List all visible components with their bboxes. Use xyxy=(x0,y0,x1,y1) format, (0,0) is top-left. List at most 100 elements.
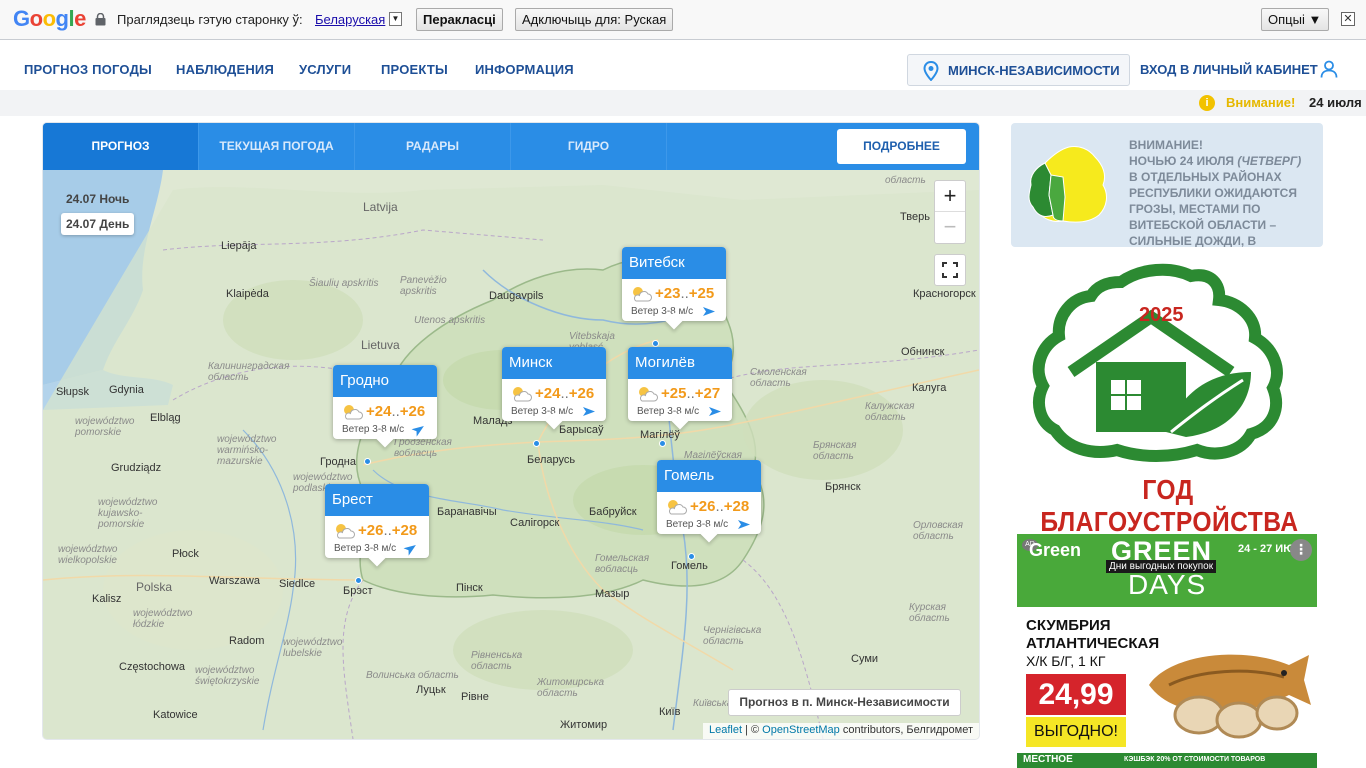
fullscreen-button[interactable] xyxy=(934,254,966,286)
ad-header: AD Green GREEN Дни выгодных покупок DAYS… xyxy=(1017,534,1317,607)
map-label: Бабруйск xyxy=(589,506,637,518)
forecast-card-vitebsk[interactable]: Витебск +23..+25 Ветер 3-8 м/с xyxy=(622,247,726,330)
map-label: Гомель xyxy=(671,560,708,572)
nav-item-forecast[interactable]: ПРОГНОЗ ПОГОДЫ xyxy=(24,62,152,77)
city-marker[interactable] xyxy=(355,577,362,584)
osm-link[interactable]: OpenStreetMap xyxy=(762,724,840,736)
card-wind: Ветер 3-8 м/с xyxy=(334,543,397,554)
turn-off-translate-button[interactable]: Адключыць для: Руская xyxy=(515,8,674,31)
map-label: Брянская область xyxy=(813,440,857,462)
map-label: Барысаў xyxy=(559,424,604,436)
zoom-out-button[interactable]: − xyxy=(935,212,965,243)
map-label: Курская область xyxy=(909,602,950,624)
map-label: Житомир xyxy=(560,719,608,731)
map-label: Чернігівська область xyxy=(703,625,762,647)
date-night-option[interactable]: 24.07 Ночь xyxy=(61,188,134,210)
nav-item-observations[interactable]: НАБЛЮДЕНИЯ xyxy=(176,62,274,77)
city-marker[interactable] xyxy=(659,440,666,447)
user-icon[interactable] xyxy=(1320,60,1338,78)
map-label: Брэст xyxy=(343,585,373,597)
alert-text: ВНИМАНИЕ! НОЧЬЮ 24 ИЮЛЯ (ЧЕТВЕРГ) В ОТДЕ… xyxy=(1129,138,1302,247)
card-wind: Ветер 3-8 м/с xyxy=(511,406,574,417)
map-label: Рівне xyxy=(461,691,489,703)
language-dropdown-icon[interactable]: ▼ xyxy=(389,12,402,26)
wind-direction-icon xyxy=(703,307,715,316)
map-label: Тверь xyxy=(900,211,930,223)
forecast-card-grodno[interactable]: Гродно +24..+26 Ветер 3-8 м/с xyxy=(333,365,437,448)
location-pin-icon xyxy=(923,61,939,81)
card-temperature: +25..+27 xyxy=(661,385,721,402)
city-marker[interactable] xyxy=(533,440,540,447)
tab-radars[interactable]: РАДАРЫ xyxy=(355,123,511,170)
map-label: Гомельская вобласць xyxy=(595,553,650,575)
card-city-name: Витебск xyxy=(622,247,726,279)
map-label: Магілёў xyxy=(640,429,680,441)
map-label: Elbląg xyxy=(150,412,181,424)
ad-footer-right: КЭШБЭК 20% ОТ СТОИМОСТИ ТОВАРОВ xyxy=(1124,756,1266,763)
map-label: область xyxy=(885,175,926,186)
card-temperature: +23..+25 xyxy=(655,285,715,302)
city-marker[interactable] xyxy=(364,458,371,465)
partly-cloudy-icon xyxy=(336,524,355,539)
nav-item-services[interactable]: УСЛУГИ xyxy=(299,62,351,77)
local-forecast-link[interactable]: Прогноз в п. Минск-Независимости xyxy=(728,689,961,716)
map-label: Utenos apskritis xyxy=(414,315,486,326)
translate-options-button[interactable]: Опцыі ▼ xyxy=(1261,8,1329,31)
map-canvas[interactable]: Latvija Liepāja Klaipėda Lietuva Šiaulių… xyxy=(43,170,979,739)
leaflet-link[interactable]: Leaflet xyxy=(709,724,742,736)
partly-cloudy-icon xyxy=(668,500,687,515)
tab-hydro[interactable]: ГИДРО xyxy=(511,123,667,170)
nav-item-information[interactable]: ИНФОРМАЦИЯ xyxy=(475,62,574,77)
map-tabs: ПРОГНОЗ ТЕКУЩАЯ ПОГОДА РАДАРЫ ГИДРО ПОДР… xyxy=(43,123,979,170)
belarus-house-emblem xyxy=(1032,263,1283,462)
ad-price: 24,99 xyxy=(1026,674,1126,715)
wind-direction-icon xyxy=(411,426,424,437)
map-label: województwo kujawsko-pomorskie xyxy=(98,497,158,530)
forecast-card-mogilev[interactable]: Могилёв +25..+27 Ветер 3-8 м/с xyxy=(628,347,732,430)
location-selector[interactable]: МИНСК-НЕЗАВИСИМОСТИ xyxy=(907,54,1130,86)
weather-alert-card[interactable]: ВНИМАНИЕ! НОЧЬЮ 24 ИЮЛЯ (ЧЕТВЕРГ) В ОТДЕ… xyxy=(1011,123,1323,247)
city-marker[interactable] xyxy=(688,553,695,560)
map-label: Panevėžio apskritis xyxy=(400,275,447,297)
card-city-name: Могилёв xyxy=(628,347,732,379)
card-city-name: Минск xyxy=(502,347,606,379)
ad-footer: МЕСТНОЕ КЭШБЭК 20% ОТ СТОИМОСТИ ТОВАРОВ xyxy=(1017,753,1317,768)
forecast-card-brest[interactable]: Брест +26..+28 Ветер 3-8 м/с xyxy=(325,484,429,567)
wind-direction-icon xyxy=(709,407,721,416)
tab-current-weather[interactable]: ТЕКУЩАЯ ПОГОДА xyxy=(199,123,355,170)
map-label: Калининградская область xyxy=(208,361,290,383)
map-label: Баранавічы xyxy=(437,506,497,518)
close-icon[interactable]: ✕ xyxy=(1341,12,1355,26)
city-marker[interactable] xyxy=(652,340,659,347)
translate-button[interactable]: Перакласці xyxy=(416,8,503,31)
forecast-card-gomel[interactable]: Гомель +26..+28 Ветер 3-8 м/с xyxy=(657,460,761,543)
ad-dates: 24 - 27 ИЮ xyxy=(1238,543,1295,555)
map-label: Калужская область xyxy=(865,401,915,423)
ad-days: DAYS xyxy=(1128,569,1207,600)
map-label: Gdynia xyxy=(109,384,144,396)
map-label: Гродна xyxy=(320,456,356,468)
partly-cloudy-icon xyxy=(344,405,363,420)
map-label: Klaipėda xyxy=(226,288,269,300)
ad-menu-icon[interactable]: ⋮ xyxy=(1290,539,1312,561)
zoom-in-button[interactable]: + xyxy=(935,181,965,212)
zoom-control: + − xyxy=(934,180,966,244)
map-label: Latvija xyxy=(363,200,398,214)
login-link[interactable]: ВХОД В ЛИЧНЫЙ КАБИНЕТ xyxy=(1140,62,1318,77)
date-day-option[interactable]: 24.07 День xyxy=(61,213,135,235)
map-label: Liepāja xyxy=(221,240,257,252)
more-details-button[interactable]: ПОДРОБНЕЕ xyxy=(837,129,966,164)
wind-direction-icon xyxy=(403,545,416,556)
location-label: МИНСК-НЕЗАВИСИМОСТИ xyxy=(948,63,1120,78)
map-label: Обнинск xyxy=(901,346,945,358)
ad-brand-logo: Green xyxy=(1029,540,1082,560)
nav-item-projects[interactable]: ПРОЕКТЫ xyxy=(381,62,448,77)
card-wind: Ветер 3-8 м/с xyxy=(666,519,729,530)
ad-badge-good: ВЫГОДНО! xyxy=(1026,717,1126,747)
info-icon: i xyxy=(1199,95,1215,111)
tab-forecast[interactable]: ПРОГНОЗ xyxy=(43,123,199,170)
year-of-improvement-banner[interactable]: 2025 ГОД БЛАГОУСТРОЙСТВА xyxy=(1011,262,1323,537)
forecast-card-minsk[interactable]: Минск +24..+26 Ветер 3-8 м/с xyxy=(502,347,606,430)
translate-language-link[interactable]: Беларуская xyxy=(315,12,385,27)
advertisement[interactable]: AD Green GREEN Дни выгодных покупок DAYS… xyxy=(1017,534,1317,768)
